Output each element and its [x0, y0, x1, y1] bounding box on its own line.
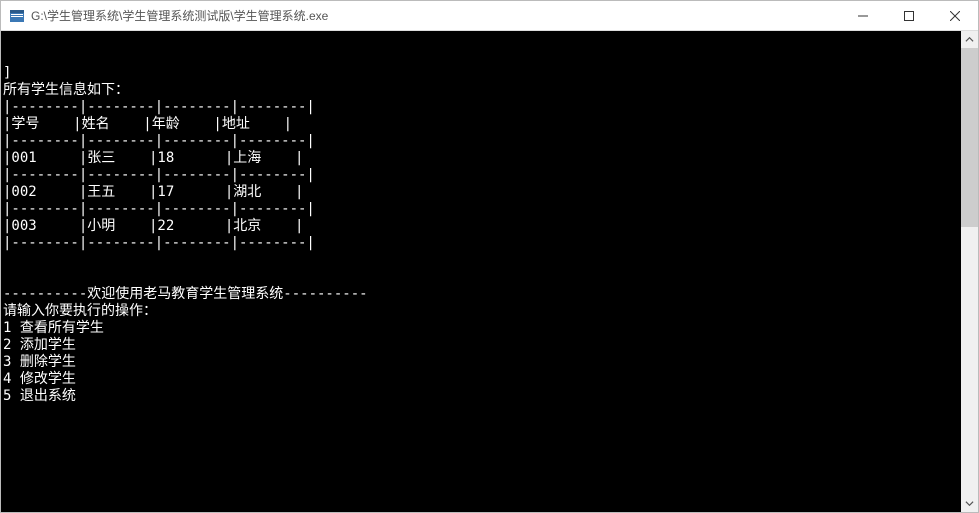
scrollbar-track[interactable]	[961, 48, 978, 495]
window-title: G:\学生管理系统\学生管理系统测试版\学生管理系统.exe	[31, 7, 840, 24]
minimize-button[interactable]	[840, 1, 886, 30]
window-controls	[840, 1, 978, 30]
console-output: ] 所有学生信息如下： |--------|--------|--------|…	[3, 65, 368, 404]
vertical-scrollbar[interactable]	[961, 31, 978, 512]
scroll-down-button[interactable]	[961, 495, 978, 512]
console-content[interactable]: ] 所有学生信息如下： |--------|--------|--------|…	[1, 65, 978, 512]
app-icon	[9, 8, 25, 24]
scrollbar-thumb[interactable]	[961, 48, 978, 227]
console-area: ] 所有学生信息如下： |--------|--------|--------|…	[1, 31, 978, 512]
maximize-button[interactable]	[886, 1, 932, 30]
scroll-up-button[interactable]	[961, 31, 978, 48]
close-button[interactable]	[932, 1, 978, 30]
titlebar: G:\学生管理系统\学生管理系统测试版\学生管理系统.exe	[1, 1, 978, 31]
